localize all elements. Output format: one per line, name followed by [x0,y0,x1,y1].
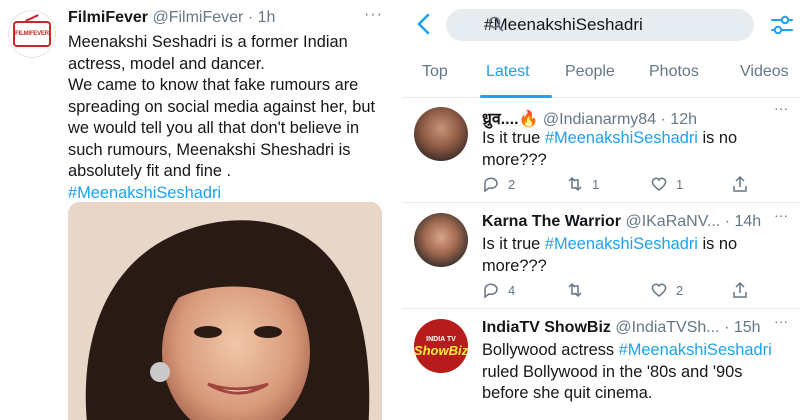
active-tab-indicator [480,95,552,98]
more-options-icon[interactable]: ··· [364,6,383,24]
tweet-text: Meenakshi Seshadri is a former Indian ac… [68,32,393,204]
tweet-text: Bollywood actress #MeenakshiSeshadri rul… [482,340,792,405]
portrait-image [68,202,382,420]
avatar[interactable]: INDIA TV ShowBiz [414,319,468,373]
search-input[interactable]: #MeenakshiSeshadri [446,9,754,41]
tweet-text: Is it true #MeenakshiSeshadri is no more… [482,128,792,171]
tweet-header: FilmiFever @FilmiFever · 1h [68,9,275,27]
text-part: Is it true [482,235,545,253]
author-name[interactable]: FilmiFever [68,9,148,26]
left-tweet-panel: FILMIFEVER FilmiFever @FilmiFever · 1h ·… [0,0,398,420]
like-count: 2 [676,282,684,298]
reply-count: 4 [508,282,516,298]
reply-button[interactable]: 4 [482,281,515,299]
retweet-count: 1 [592,176,600,192]
retweet-button[interactable]: 1 [566,175,599,193]
filmifever-avatar[interactable]: FILMIFEVER [8,10,56,58]
tweet-header: Karna The Warrior @IKaRaNV... · 14h [482,213,761,231]
author-name[interactable]: Karna The Warrior [482,213,621,230]
tweet-item[interactable]: Karna The Warrior @IKaRaNV... · 14h Is i… [402,205,800,309]
author-meta: @FilmiFever · 1h [148,9,276,26]
tweet-header: IndiaTV ShowBiz @IndiaTVSh... · 15h [482,319,761,337]
hashtag-link[interactable]: #MeenakshiSeshadri [619,341,772,359]
like-button[interactable]: 2 [650,281,683,299]
share-button[interactable] [731,281,749,299]
avatar[interactable] [414,213,468,267]
hashtag-link[interactable]: #MeenakshiSeshadri [68,184,221,202]
search-results-panel: #MeenakshiSeshadri Top Latest People Pho… [402,0,800,420]
reply-button[interactable]: 2 [482,175,515,193]
back-arrow-icon[interactable] [414,12,434,36]
retweet-button[interactable] [566,281,592,299]
search-query: #MeenakshiSeshadri [484,15,643,34]
tab-videos[interactable]: Videos [740,63,789,81]
heart-icon [651,177,667,191]
more-options-icon[interactable]: ··· [774,313,788,329]
author-meta: @IndiaTVSh... · 15h [610,319,761,336]
author-name[interactable]: ध्रुव....🔥 [482,111,538,128]
search-icon [488,16,504,32]
author-name[interactable]: IndiaTV ShowBiz [482,319,611,336]
retweet-icon [568,176,582,192]
reply-icon [484,177,498,193]
more-options-icon[interactable]: ··· [774,100,788,116]
tab-top[interactable]: Top [422,63,448,81]
hashtag-link[interactable]: #MeenakshiSeshadri [545,235,698,253]
logo-text: FILMIFEVER [15,31,49,37]
reply-count: 2 [508,176,516,192]
text-part: Bollywood actress [482,341,619,359]
tweet-item[interactable]: ध्रुव....🔥 @Indianarmy84 · 12h Is it tru… [402,99,800,203]
author-meta: @IKaRaNV... · 14h [621,213,762,230]
text-part: ruled Bollywood in the '80s and '90s bef… [482,362,743,402]
more-options-icon[interactable]: ··· [774,207,788,223]
like-button[interactable]: 1 [650,175,683,193]
author-meta: @Indianarmy84 · 12h [538,111,697,128]
tab-people[interactable]: People [565,63,615,81]
search-tabs: Top Latest People Photos Videos [402,58,800,98]
hashtag-link[interactable]: #MeenakshiSeshadri [545,129,698,147]
avatar-logo-big: ShowBiz [414,342,468,358]
filter-settings-icon[interactable] [770,14,794,36]
reply-icon [484,283,498,299]
tweet-photo[interactable] [68,202,382,420]
tweet-body: Meenakshi Seshadri is a former Indian ac… [68,33,376,180]
text-part: Is it true [482,129,545,147]
tv-logo-icon: FILMIFEVER [13,21,51,47]
like-count: 1 [676,176,684,192]
retweet-icon [568,282,582,298]
share-icon [733,281,747,298]
tweet-item[interactable]: INDIA TV ShowBiz IndiaTV ShowBiz @IndiaT… [402,311,800,420]
avatar[interactable] [414,107,468,161]
heart-icon [651,283,667,297]
tab-photos[interactable]: Photos [649,63,699,81]
tweet-header: ध्रुव....🔥 @Indianarmy84 · 12h [482,107,697,129]
share-icon [733,175,747,192]
tweet-actions: 2 1 1 [482,175,782,197]
tab-latest[interactable]: Latest [486,63,530,81]
tweet-actions: 4 2 [482,281,782,303]
tweet-text: Is it true #MeenakshiSeshadri is no more… [482,234,792,277]
share-button[interactable] [731,175,749,193]
